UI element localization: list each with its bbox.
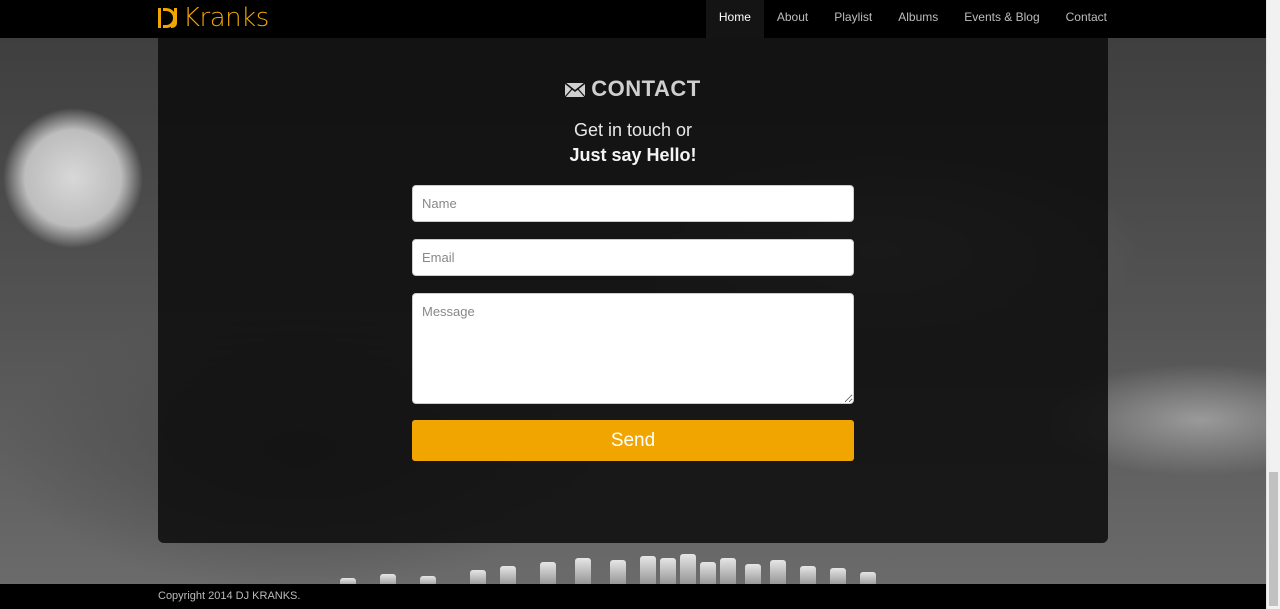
nav-albums[interactable]: Albums	[885, 0, 951, 38]
dj-logo-icon	[157, 6, 179, 30]
send-button[interactable]: Send	[412, 420, 854, 461]
envelope-icon	[564, 77, 586, 98]
nav-events-blog[interactable]: Events & Blog	[951, 0, 1052, 38]
mixer-knob	[680, 554, 696, 588]
nav-about[interactable]: About	[764, 0, 821, 38]
contact-panel: CONTACT Get in touch or Just say Hello! …	[158, 38, 1108, 543]
contact-heading: CONTACT	[158, 76, 1108, 102]
copyright-text: Copyright 2014 DJ KRANKS.	[158, 590, 301, 602]
mixer-knobs-decoration	[150, 548, 1266, 588]
nav-contact[interactable]: Contact	[1053, 0, 1120, 38]
nav-home[interactable]: Home	[705, 0, 764, 38]
contact-subtitle-line1: Get in touch or	[573, 120, 693, 140]
message-textarea[interactable]	[412, 293, 854, 404]
brand-name: Kranks	[183, 3, 269, 33]
footer: Copyright 2014 DJ KRANKS.	[0, 584, 1266, 609]
nav-playlist[interactable]: Playlist	[821, 0, 885, 38]
top-navbar: Kranks Home About Playlist Albums Events…	[0, 0, 1266, 38]
contact-title: CONTACT	[591, 76, 701, 101]
brand-logo-link[interactable]: Kranks	[157, 3, 269, 33]
contact-subtitle-line2: Just say Hello!	[569, 145, 697, 165]
name-input[interactable]	[412, 185, 854, 222]
page-scrollbar[interactable]	[1266, 0, 1280, 609]
main-nav: Home About Playlist Albums Events & Blog…	[705, 0, 1120, 38]
email-input[interactable]	[412, 239, 854, 276]
scrollbar-thumb[interactable]	[1269, 472, 1278, 606]
